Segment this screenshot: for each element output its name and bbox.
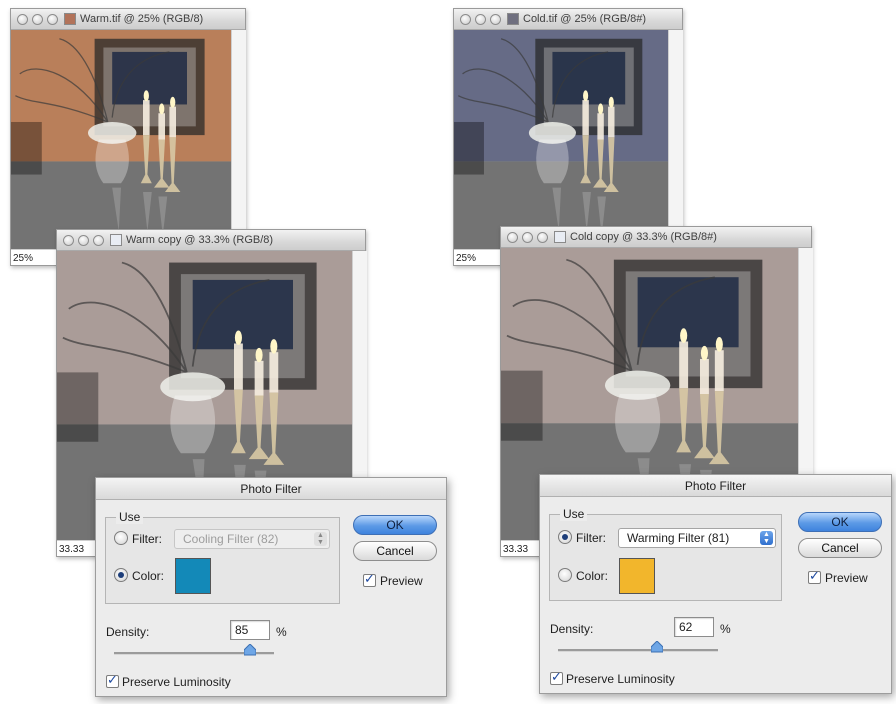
preserve-luminosity-label: Preserve Luminosity: [566, 672, 675, 686]
color-label: Color:: [132, 569, 165, 583]
use-label: Use: [560, 507, 588, 521]
preview-checkbox[interactable]: [808, 569, 821, 584]
photo-filter-dialog-right: Photo Filter Use Filter: Warming Filter …: [539, 474, 892, 694]
vertical-scrollbar[interactable]: [231, 30, 246, 249]
density-slider-thumb[interactable]: [651, 641, 663, 653]
density-slider-thumb[interactable]: [244, 644, 256, 656]
color-label: Color:: [576, 569, 609, 583]
ok-button[interactable]: OK: [353, 515, 437, 535]
filter-select-value: Cooling Filter (82): [183, 532, 279, 546]
density-label: Density:: [550, 622, 594, 636]
density-unit: %: [720, 622, 731, 636]
minimize-button[interactable]: [522, 231, 533, 243]
preserve-luminosity-checkbox[interactable]: [106, 673, 119, 688]
cancel-button[interactable]: Cancel: [798, 538, 882, 558]
use-label: Use: [116, 510, 144, 524]
image-canvas[interactable]: [11, 30, 231, 249]
filter-radio[interactable]: [558, 530, 572, 544]
minimize-button[interactable]: [32, 13, 43, 25]
color-radio[interactable]: [558, 568, 572, 582]
filter-select[interactable]: Cooling Filter (82) ▲ ▼: [174, 529, 330, 549]
minimize-button[interactable]: [475, 13, 486, 25]
close-button[interactable]: [507, 231, 518, 243]
preview-checkbox[interactable]: [363, 572, 376, 587]
density-input[interactable]: 85: [230, 620, 270, 640]
window-title: Cold copy @ 33.3% (RGB/8#): [570, 231, 717, 243]
chevron-updown-icon: ▲ ▼: [760, 531, 773, 545]
window-title: Cold.tif @ 25% (RGB/8#): [523, 13, 647, 25]
window-title: Warm copy @ 33.3% (RGB/8): [126, 234, 274, 246]
dialog-title: Photo Filter: [96, 478, 446, 500]
cancel-button[interactable]: Cancel: [353, 541, 437, 561]
titlebar[interactable]: Cold copy @ 33.3% (RGB/8#): [501, 227, 811, 248]
density-input[interactable]: 62: [674, 617, 714, 637]
minimize-button[interactable]: [78, 234, 89, 246]
filter-select-value: Warming Filter (81): [627, 531, 730, 545]
density-label: Density:: [106, 625, 150, 639]
density-unit: %: [276, 625, 287, 639]
zoom-button[interactable]: [47, 13, 58, 25]
filter-label: Filter:: [576, 531, 606, 545]
preview-label: Preview: [380, 574, 423, 588]
window-title: Warm.tif @ 25% (RGB/8): [80, 13, 204, 25]
zoom-button[interactable]: [490, 13, 501, 25]
dialog-title: Photo Filter: [540, 475, 891, 497]
photo-filter-dialog-left: Photo Filter Use Filter: Cooling Filter …: [95, 477, 447, 697]
titlebar[interactable]: Warm copy @ 33.3% (RGB/8): [57, 230, 365, 251]
close-button[interactable]: [460, 13, 471, 25]
titlebar[interactable]: Warm.tif @ 25% (RGB/8): [11, 9, 245, 30]
color-swatch[interactable]: [175, 558, 211, 594]
titlebar[interactable]: Cold.tif @ 25% (RGB/8#): [454, 9, 682, 30]
color-swatch[interactable]: [619, 558, 655, 594]
density-slider-track[interactable]: [558, 649, 718, 652]
document-icon: [64, 13, 76, 25]
color-radio[interactable]: [114, 568, 128, 582]
close-button[interactable]: [63, 234, 74, 246]
zoom-button[interactable]: [537, 231, 548, 243]
document-icon: [110, 234, 122, 246]
close-button[interactable]: [17, 13, 28, 25]
ok-button[interactable]: OK: [798, 512, 882, 532]
zoom-button[interactable]: [93, 234, 104, 246]
vertical-scrollbar[interactable]: [668, 30, 683, 249]
filter-select[interactable]: Warming Filter (81) ▲ ▼: [618, 528, 776, 548]
chevron-updown-icon: ▲ ▼: [314, 532, 327, 546]
preview-label: Preview: [825, 571, 868, 585]
filter-label: Filter:: [132, 532, 162, 546]
preserve-luminosity-checkbox[interactable]: [550, 670, 563, 685]
document-icon: [507, 13, 519, 25]
document-icon: [554, 231, 566, 243]
image-canvas[interactable]: [454, 30, 668, 249]
window-warm: Warm.tif @ 25% (RGB/8) 25%: [10, 8, 246, 266]
preserve-luminosity-label: Preserve Luminosity: [122, 675, 231, 689]
filter-radio[interactable]: [114, 531, 128, 545]
